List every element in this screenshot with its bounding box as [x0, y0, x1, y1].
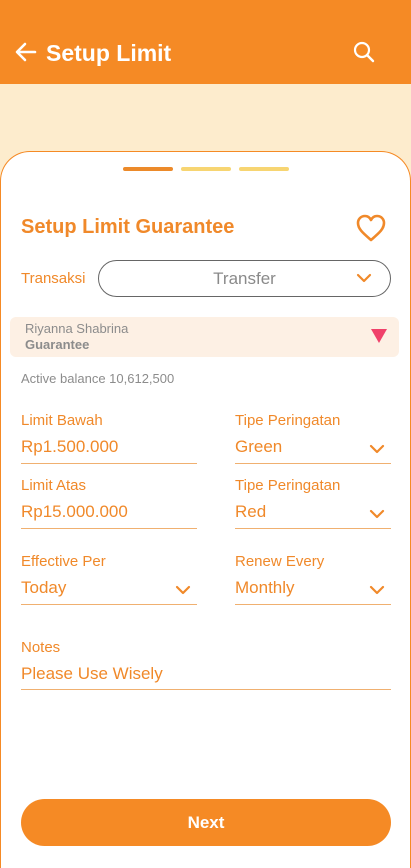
- step-1-indicator: [123, 167, 173, 171]
- limit-atas-label: Limit Atas: [21, 477, 87, 494]
- search-button[interactable]: [352, 40, 376, 64]
- transaksi-value: Transfer: [213, 268, 276, 288]
- favorite-button[interactable]: [355, 213, 387, 243]
- effective-per-label: Effective Per: [21, 553, 106, 570]
- limit-bawah-input[interactable]: Rp1.500.000: [21, 436, 197, 464]
- chevron-down-icon: [369, 444, 385, 454]
- chevron-down-icon: [175, 585, 191, 595]
- app-header: Setup Limit: [0, 0, 411, 84]
- notes-label: Notes: [21, 639, 61, 656]
- chevron-down-icon: [369, 585, 385, 595]
- tipe-peringatan-1-value: Green: [235, 437, 283, 456]
- card-title: Setup Limit Guarantee: [21, 216, 235, 238]
- tipe-peringatan-2-label: Tipe Peringatan: [235, 477, 341, 494]
- renew-every-value: Monthly: [235, 578, 295, 597]
- page-title: Setup Limit: [46, 40, 172, 66]
- tipe-peringatan-2-select[interactable]: Red: [235, 501, 391, 529]
- account-type: Guarantee: [25, 337, 90, 352]
- account-selector[interactable]: Riyanna Shabrina Guarantee: [10, 317, 399, 357]
- search-icon: [353, 41, 375, 63]
- back-button[interactable]: [14, 40, 38, 64]
- arrow-left-icon: [15, 42, 37, 62]
- account-name: Riyanna Shabrina: [25, 321, 129, 336]
- tipe-peringatan-2-value: Red: [235, 502, 267, 521]
- limit-bawah-value: Rp1.500.000: [21, 437, 119, 456]
- effective-per-select[interactable]: Today: [21, 577, 197, 605]
- effective-per-value: Today: [21, 578, 67, 597]
- transaksi-label: Transaksi: [21, 270, 86, 287]
- step-2-indicator: [181, 167, 231, 171]
- limit-atas-input[interactable]: Rp15.000.000: [21, 501, 197, 529]
- chevron-down-icon: [356, 273, 372, 283]
- step-indicator: [123, 167, 289, 171]
- tipe-peringatan-1-select[interactable]: Green: [235, 436, 391, 464]
- limit-bawah-label: Limit Bawah: [21, 412, 103, 429]
- heart-icon: [356, 214, 386, 242]
- step-3-indicator: [239, 167, 289, 171]
- limit-atas-value: Rp15.000.000: [21, 502, 128, 521]
- renew-every-select[interactable]: Monthly: [235, 577, 391, 605]
- notes-input[interactable]: Please Use Wisely: [21, 663, 391, 690]
- tipe-peringatan-1-label: Tipe Peringatan: [235, 412, 341, 429]
- active-balance: Active balance 10,612,500: [21, 371, 175, 386]
- triangle-down-icon: [371, 329, 387, 343]
- chevron-down-icon: [369, 509, 385, 519]
- transaksi-select[interactable]: Transfer: [98, 260, 391, 297]
- next-button[interactable]: Next: [21, 799, 391, 846]
- notes-value: Please Use Wisely: [21, 664, 163, 683]
- renew-every-label: Renew Every: [235, 553, 325, 570]
